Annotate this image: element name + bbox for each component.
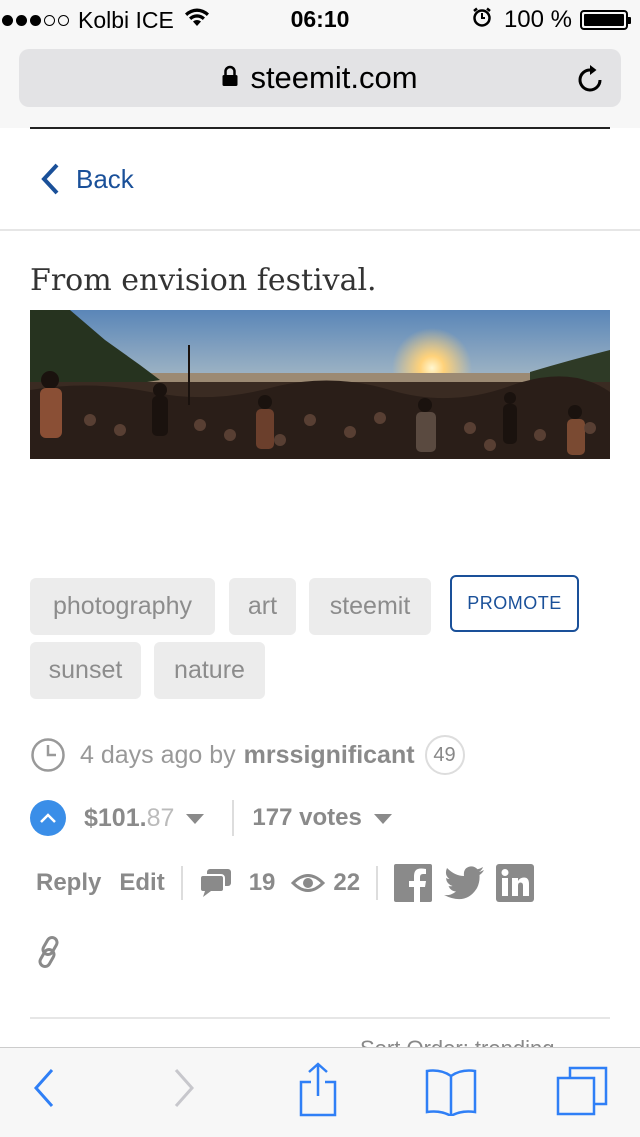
battery-icon	[580, 10, 631, 30]
facebook-icon[interactable]	[394, 864, 433, 902]
tag-photography[interactable]: photography	[30, 578, 215, 635]
author-link[interactable]: mrssignificant	[244, 741, 415, 770]
divider	[232, 800, 235, 836]
post-title: From envision festival.	[30, 263, 377, 298]
vote-row: $101.87 177 votes	[30, 800, 392, 836]
content-divider	[30, 1017, 610, 1019]
post-time: 4 days ago by	[80, 740, 236, 769]
tag-sunset[interactable]: sunset	[30, 642, 141, 699]
votes-dropdown-icon	[373, 813, 392, 824]
alarm-icon	[472, 6, 492, 34]
tag-art[interactable]: art	[229, 578, 296, 635]
divider	[180, 866, 183, 900]
clock-icon	[30, 737, 66, 773]
action-row: Reply Edit 19 22	[36, 864, 535, 902]
bookmarks-icon[interactable]	[424, 1068, 478, 1121]
author-reputation: 49	[424, 735, 465, 775]
tabs-icon[interactable]	[556, 1066, 610, 1121]
share-icon[interactable]	[298, 1062, 338, 1123]
divider	[376, 866, 379, 900]
back-label: Back	[76, 163, 134, 194]
url-text: steemit.com	[250, 60, 418, 95]
browser-chrome: steemit.com	[0, 40, 640, 128]
edit-link[interactable]: Edit	[119, 869, 164, 897]
tag-nature[interactable]: nature	[154, 642, 265, 699]
browser-back-icon[interactable]	[32, 1066, 56, 1115]
post-meta: 4 days ago by mrssignificant 49	[30, 735, 465, 775]
payout-dollars: 101.	[97, 803, 147, 832]
tag-steemit[interactable]: steemit	[309, 578, 431, 635]
status-bar: Kolbi ICE 06:10 100 %	[0, 0, 640, 40]
payout-cents: 87	[146, 803, 175, 832]
views-icon	[291, 872, 326, 894]
payout-dropdown-icon[interactable]	[186, 813, 205, 824]
permalink-icon[interactable]	[36, 936, 62, 973]
comments-count: 19	[248, 869, 276, 896]
views-count: 22	[333, 869, 361, 896]
back-row: Back	[0, 129, 640, 231]
chevron-left-icon	[41, 163, 59, 195]
reload-icon[interactable]	[577, 63, 605, 98]
votes-dropdown[interactable]: 177 votes	[252, 804, 392, 832]
upvote-button[interactable]	[30, 800, 66, 836]
comments-icon[interactable]	[198, 868, 233, 898]
address-bar[interactable]: steemit.com	[19, 49, 621, 107]
back-link[interactable]: Back	[40, 163, 134, 195]
reply-link[interactable]: Reply	[36, 869, 101, 897]
votes-count: 177 votes	[252, 804, 362, 831]
battery-percent: 100 %	[503, 6, 572, 33]
post-image[interactable]	[30, 310, 610, 459]
payout-amount[interactable]: $101.87	[84, 803, 205, 833]
promote-button[interactable]: PROMOTE	[450, 575, 579, 632]
browser-forward-icon[interactable]	[172, 1066, 196, 1115]
twitter-icon[interactable]	[444, 866, 485, 900]
chevron-up-icon	[40, 813, 56, 823]
payout-currency: $	[84, 803, 98, 832]
linkedin-icon[interactable]	[496, 864, 535, 902]
browser-toolbar	[0, 1047, 640, 1137]
lock-icon	[222, 59, 238, 95]
